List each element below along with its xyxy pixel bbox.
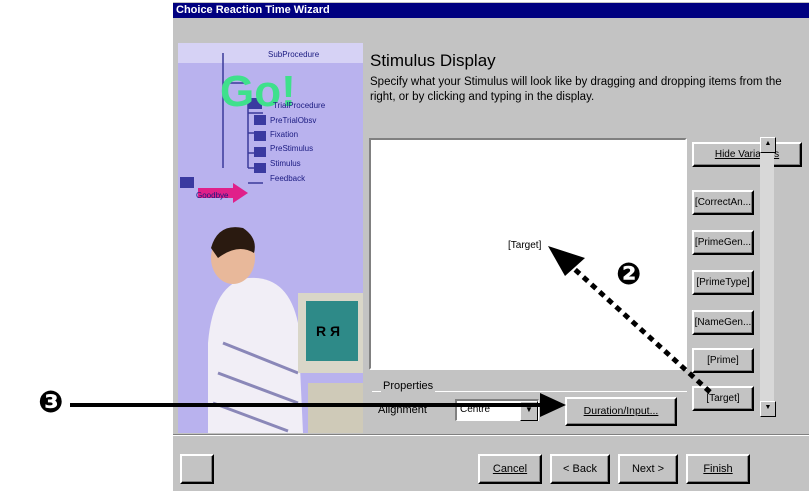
annotation-arrows [70,246,712,417]
callout-2: ❷ [616,257,642,292]
callout-3: ❸ [38,385,64,420]
pointer-arrowhead [540,393,566,417]
